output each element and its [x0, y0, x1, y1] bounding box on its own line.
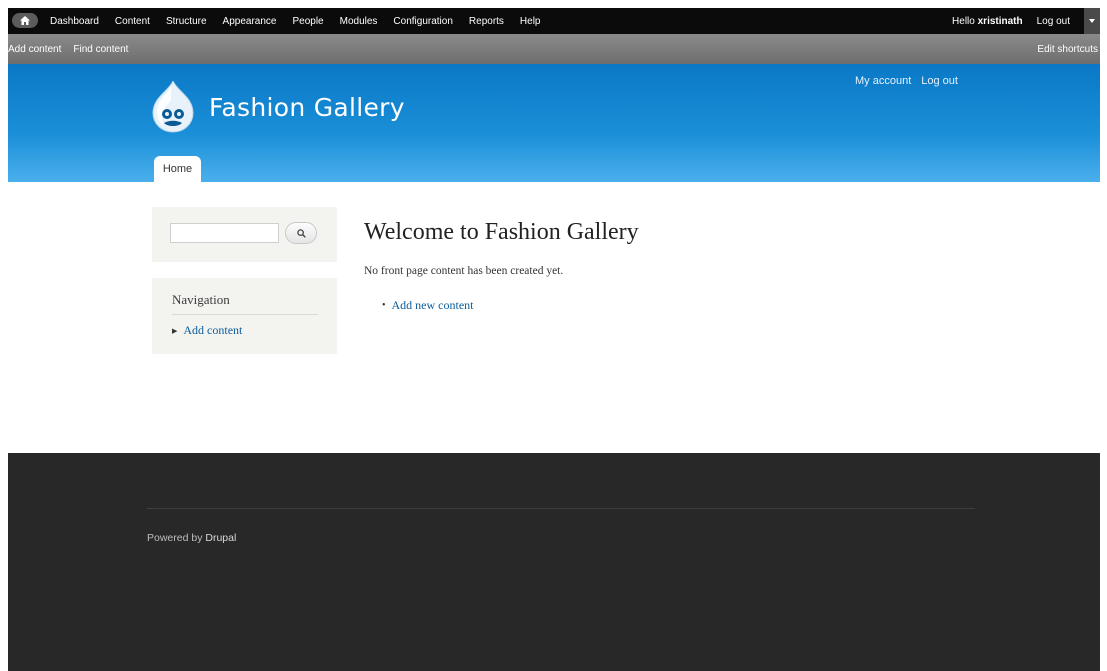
admin-menu-reports[interactable]: Reports	[469, 16, 504, 27]
username[interactable]: xristinath	[978, 16, 1023, 27]
admin-menu-configuration[interactable]: Configuration	[393, 16, 452, 27]
drupal-link[interactable]: Drupal	[205, 532, 236, 544]
powered-by-prefix: Powered by	[147, 532, 203, 544]
bullet-icon: •	[382, 300, 386, 311]
shortcuts-toggle-icon[interactable]	[1084, 8, 1100, 34]
admin-menu-content[interactable]: Content	[115, 16, 150, 27]
front-page-message: No front page content has been created y…	[364, 265, 564, 277]
search-icon	[296, 228, 306, 238]
add-new-content-link[interactable]: • Add new content	[382, 298, 474, 313]
admin-menu: Dashboard Content Structure Appearance P…	[50, 8, 557, 34]
edit-shortcuts-link[interactable]: Edit shortcuts	[1037, 34, 1098, 64]
admin-menu-appearance[interactable]: Appearance	[223, 16, 277, 27]
site-footer: Powered by Drupal	[8, 453, 1100, 671]
navigation-item-label: Add content	[183, 323, 243, 337]
admin-menu-help[interactable]: Help	[520, 16, 541, 27]
add-new-content-label: Add new content	[391, 298, 474, 312]
tab-home[interactable]: Home	[154, 156, 201, 182]
admin-menu-dashboard[interactable]: Dashboard	[50, 16, 99, 27]
drupal-logo-icon[interactable]	[151, 81, 195, 133]
shortcut-find-content[interactable]: Find content	[73, 44, 128, 55]
admin-menu-structure[interactable]: Structure	[166, 16, 207, 27]
shortcut-add-content[interactable]: Add content	[8, 44, 61, 55]
admin-menu-people[interactable]: People	[292, 16, 323, 27]
toolbar-user-area: Hello xristinath Log out	[952, 8, 1100, 34]
greeting-prefix: Hello	[952, 15, 975, 27]
navigation-title: Navigation	[172, 292, 318, 315]
admin-toolbar: Dashboard Content Structure Appearance P…	[8, 8, 1100, 34]
home-icon[interactable]	[12, 13, 38, 28]
site-name[interactable]: Fashion Gallery	[209, 93, 405, 122]
navigation-block: Navigation ▶ Add content	[152, 278, 337, 354]
search-input[interactable]	[170, 223, 279, 243]
page-title: Welcome to Fashion Gallery	[364, 219, 639, 245]
admin-menu-modules[interactable]: Modules	[340, 16, 378, 27]
search-block	[152, 207, 337, 262]
user-greeting: Hello xristinath	[952, 16, 1023, 27]
site-header: Fashion Gallery My account Log out Home	[8, 64, 1100, 182]
secondary-menu: My account Log out	[855, 75, 968, 87]
toolbar-logout-link[interactable]: Log out	[1037, 16, 1070, 27]
my-account-link[interactable]: My account	[855, 75, 911, 87]
search-button[interactable]	[285, 222, 317, 244]
footer-divider	[147, 508, 975, 509]
powered-by-text: Powered by Drupal	[147, 532, 236, 544]
navigation-item-add-content[interactable]: ▶ Add content	[172, 323, 242, 338]
header-logout-link[interactable]: Log out	[921, 75, 958, 87]
arrow-right-icon: ▶	[172, 326, 178, 335]
shortcuts-bar: Add content Find content Edit shortcuts	[8, 34, 1100, 64]
